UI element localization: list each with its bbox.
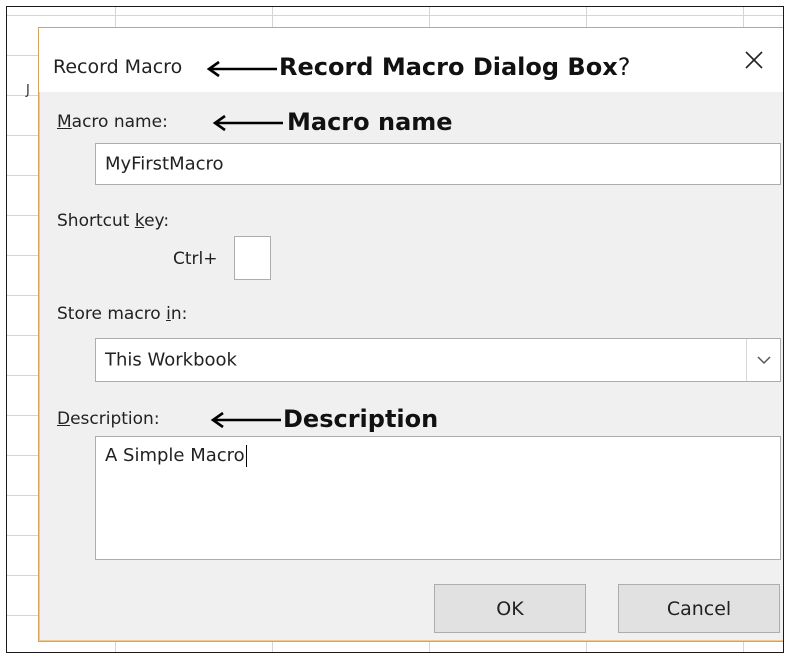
store-macro-label: Store macro in: [57, 304, 188, 324]
macro-name-annotation: Macro name [287, 108, 453, 136]
column-header-letter: J [26, 83, 30, 98]
chevron-down-icon [756, 356, 771, 365]
title-annotation-arrow-icon [206, 60, 277, 78]
cancel-button[interactable]: Cancel [618, 584, 780, 633]
ok-button[interactable]: OK [434, 584, 586, 633]
macro-name-annotation-arrow-icon [212, 114, 283, 132]
store-macro-select[interactable]: This Workbook [95, 338, 781, 382]
close-button[interactable] [716, 28, 783, 92]
dialog-titlebar: Record Macro Record Macro Dialog Box? [39, 28, 783, 92]
text-caret [245, 445, 247, 467]
shortcut-key-input[interactable] [234, 236, 271, 280]
dialog-title: Record Macro [53, 56, 183, 78]
ctrl-label: Ctrl+ [173, 249, 218, 269]
description-annotation: Description [283, 405, 439, 433]
title-annotation: Record Macro Dialog Box? [279, 53, 631, 81]
description-textarea[interactable]: A Simple Macro [95, 436, 781, 560]
description-label: Description: [57, 409, 160, 429]
macro-name-label: Macro name: [57, 112, 168, 132]
store-macro-dropdown-button[interactable] [746, 339, 780, 381]
description-text: A Simple Macro [105, 445, 247, 467]
screenshot-frame: J Record Macro Record Macro Dialog Box? … [6, 6, 784, 653]
record-macro-dialog: Record Macro Record Macro Dialog Box? Ma… [38, 27, 783, 642]
macro-name-input[interactable]: MyFirstMacro [95, 143, 781, 185]
shortcut-key-label: Shortcut key: [57, 211, 170, 231]
description-annotation-arrow-icon [210, 411, 281, 429]
close-icon [744, 51, 763, 69]
